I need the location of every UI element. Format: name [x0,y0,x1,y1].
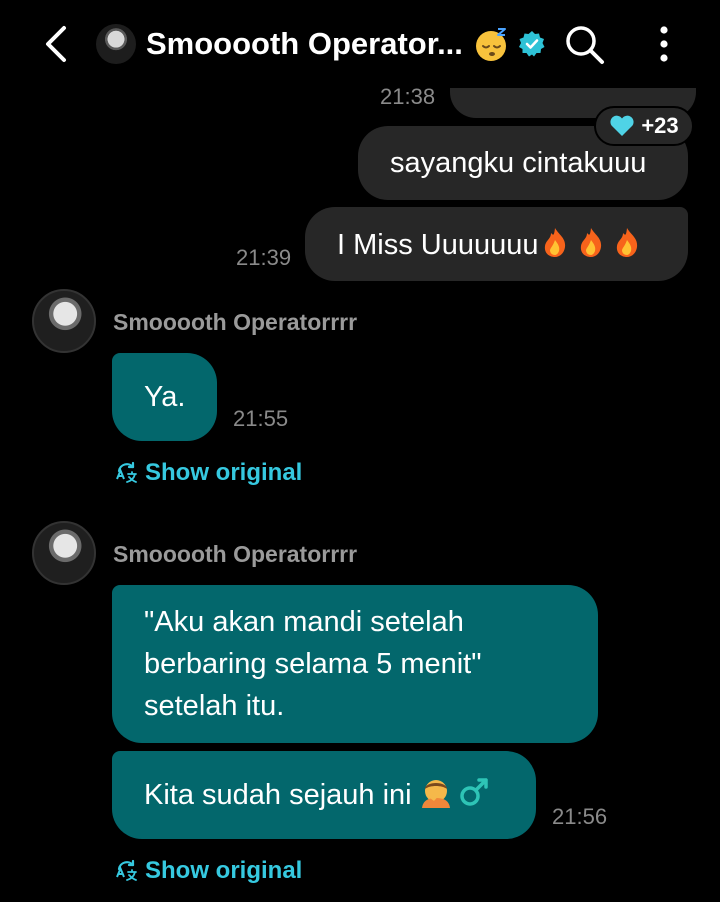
back-icon[interactable] [36,22,76,66]
reaction-count: +23 [641,113,679,138]
message-time: 21:55 [233,406,289,431]
reaction-badge[interactable]: +23 [594,106,694,146]
message-text: Kita sudah sejauh ini [144,779,412,811]
sleeping-face-emoji-icon [476,28,506,61]
verified-badge-icon [519,31,545,57]
show-original-link[interactable]: Show original [115,856,302,886]
heart-icon [610,115,634,136]
message-text: I Miss Uuuuuuu [337,229,539,261]
chat-header: Smooooth Operator... [0,0,720,88]
show-original-label: Show original [145,459,303,486]
more-vert-icon[interactable] [650,24,678,64]
sender-avatar[interactable] [32,289,96,353]
show-original-label: Show original [145,857,303,884]
search-icon[interactable] [562,22,606,66]
chat-area: 21:38 sayangku cintakuuu +23 21:39 I Mis… [0,0,720,902]
chat-title[interactable]: Smooooth Operator... [146,24,463,64]
incoming-message[interactable]: "Aku akan mandi setelah berbaring selama… [112,585,598,743]
person-facepalming-emoji-icon [420,774,496,820]
outgoing-message[interactable]: I Miss Uuuuuuu [305,207,688,281]
translate-icon [116,859,137,881]
message-time: 21:56 [552,804,608,829]
message-text: sayangku cintakuuu [390,147,647,179]
sender-name[interactable]: Smooooth Operatorrrr [113,308,357,336]
sender-name[interactable]: Smooooth Operatorrrr [113,540,357,568]
message-text: "Aku akan mandi setelah berbaring selama… [144,606,482,722]
message-text: Ya. [144,381,186,413]
sender-avatar[interactable] [32,521,96,585]
header-avatar[interactable] [96,24,136,64]
translate-icon [116,461,137,483]
show-original-link[interactable]: Show original [115,458,302,488]
incoming-message[interactable]: Kita sudah sejauh ini [112,751,536,839]
fire-emoji-icon [539,226,643,267]
message-time: 21:39 [236,245,292,270]
incoming-message[interactable]: Ya. [112,353,217,441]
